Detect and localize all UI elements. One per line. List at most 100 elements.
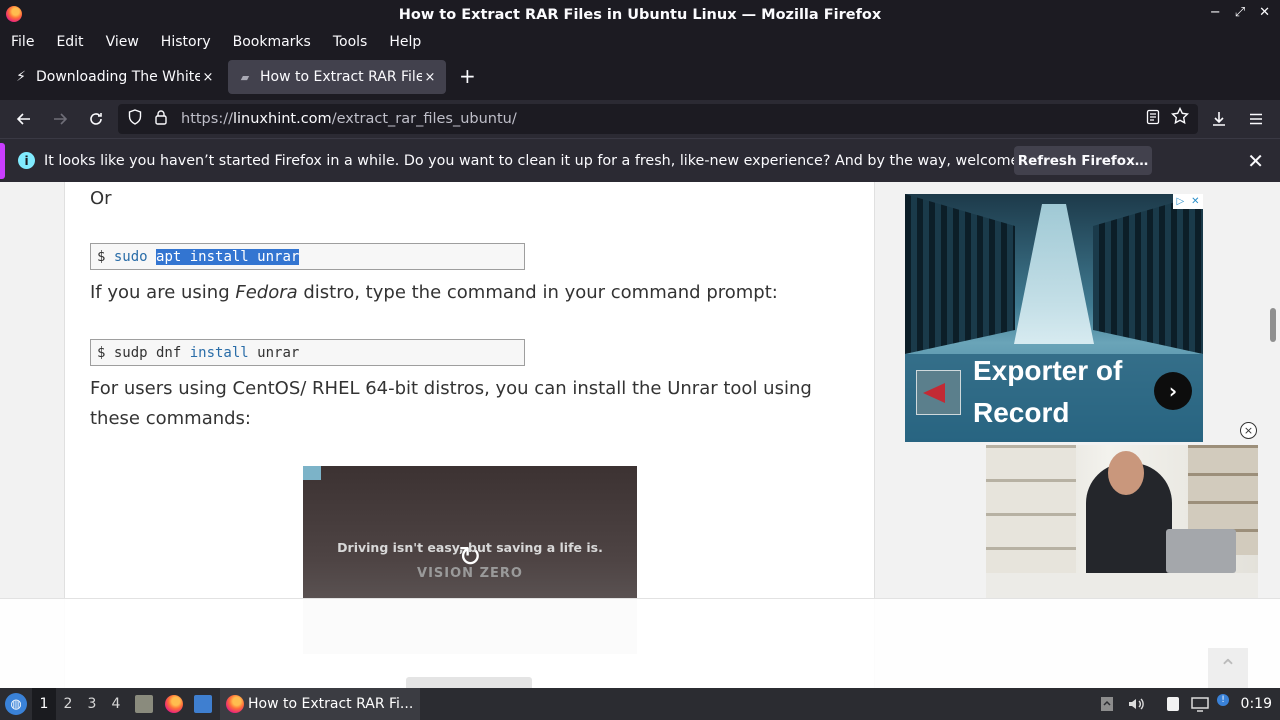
web-page: Or $ sudo apt install unrar If you are u… [0, 182, 1280, 688]
scroll-to-top-button[interactable]: ⌃ [1208, 648, 1248, 688]
close-tab-icon[interactable]: × [200, 70, 216, 85]
volume-icon[interactable] [1126, 695, 1146, 713]
forward-arrow-icon [54, 113, 68, 125]
server-corridor [1014, 204, 1094, 344]
code-command: sudo [113, 248, 148, 265]
workspace-4[interactable]: 4 [104, 688, 128, 720]
refresh-firefox-button[interactable]: Refresh Firefox… [1014, 146, 1152, 175]
notification-badge-icon[interactable]: ! [1216, 691, 1230, 709]
firefox-task-icon [226, 695, 244, 713]
tab-title: How to Extract RAR Files i [260, 69, 422, 85]
app-menu-button[interactable] [1245, 108, 1267, 130]
floating-video-ad[interactable] [986, 445, 1258, 598]
downloads-button[interactable] [1208, 108, 1230, 130]
navigation-bar: https://linuxhint.com/extract_rar_files_… [0, 100, 1280, 138]
ad-close-icon[interactable]: ✕ [1191, 196, 1199, 207]
paragraph-centos: For users using CentOS/ RHEL 64-bit dist… [90, 374, 812, 434]
menu-help[interactable]: Help [378, 34, 432, 50]
window-controls: − ⤢ ✕ [1210, 5, 1270, 20]
menu-bar: File Edit View History Bookmarks Tools H… [0, 29, 1280, 54]
fedora-post-text: distro, type the command in your command… [297, 282, 778, 303]
selected-code-text[interactable]: apt install unrar [156, 248, 300, 265]
tab-title: Downloading The White Ho [36, 69, 200, 85]
clipboard-icon[interactable] [1163, 695, 1183, 713]
firefox-logo-icon [6, 6, 22, 22]
server-rack-right [1093, 194, 1203, 354]
code-block-dnf[interactable]: $ sudp dnf install unrar [90, 339, 525, 366]
code-block-apt[interactable]: $ sudo apt install unrar [90, 243, 525, 270]
menu-edit[interactable]: Edit [45, 34, 94, 50]
lightning-icon: ⚡ [16, 69, 26, 85]
video-ad-close-icon[interactable]: × [1240, 422, 1257, 439]
workspace-3[interactable]: 3 [80, 688, 104, 720]
paragraph-fedora: If you are using Fedora distro, type the… [90, 278, 778, 308]
close-window-icon[interactable]: ✕ [1259, 5, 1270, 20]
menu-view[interactable]: View [95, 34, 150, 50]
minimize-icon[interactable]: − [1210, 5, 1221, 20]
notification-message: It looks like you haven’t started Firefo… [44, 152, 1064, 169]
notification-badge: ! [1217, 694, 1229, 706]
tab-downloading[interactable]: ⚡ Downloading The White Ho × [4, 60, 224, 94]
code-prompt: $ [97, 248, 114, 265]
info-icon: i [18, 152, 35, 169]
taskbar-firefox-window[interactable]: How to Extract RAR Fi... [220, 688, 420, 720]
video-desk [986, 573, 1258, 598]
code-keyword: install [189, 344, 249, 361]
ad-headline-line-1: Exporter of [973, 355, 1123, 386]
url-text[interactable]: https://linuxhint.com/extract_rar_files_… [181, 111, 517, 127]
taskbar-clock[interactable]: 0:19 [1241, 688, 1272, 720]
file-manager-icon[interactable] [135, 695, 153, 713]
download-icon [1213, 112, 1225, 126]
reader-view-icon[interactable] [1146, 109, 1160, 129]
window-titlebar: How to Extract RAR Files in Ubuntu Linux… [0, 0, 1280, 29]
adchoices-triangle-icon: ▷ [1176, 196, 1185, 207]
url-bar[interactable]: https://linuxhint.com/extract_rar_files_… [118, 104, 1198, 134]
back-arrow-icon [16, 113, 30, 125]
refresh-firefox-notification: i It looks like you haven’t started Fire… [0, 138, 1280, 182]
replay-icon[interactable]: ↻ [454, 540, 486, 573]
video-person-head [1108, 451, 1144, 495]
sidebar-ad[interactable]: ▷ ✕ Exporter of Record › [905, 194, 1203, 442]
start-menu-icon[interactable]: ◍ [5, 693, 27, 715]
tracking-protection-shield-icon[interactable] [127, 109, 143, 129]
page-scrollbar-thumb[interactable] [1270, 308, 1276, 342]
menu-history[interactable]: History [150, 34, 222, 50]
adchoices-icon[interactable]: ▷ ✕ [1173, 194, 1203, 209]
new-tab-button[interactable]: + [459, 64, 476, 88]
bookmark-star-icon[interactable] [1170, 106, 1190, 130]
video-laptop [1166, 529, 1236, 573]
forward-button[interactable] [49, 108, 71, 130]
overlay-stub [406, 677, 532, 688]
centos-line-1: For users using CentOS/ RHEL 64-bit dist… [90, 378, 812, 399]
close-tab-icon[interactable]: × [422, 70, 438, 85]
hamburger-menu-icon [1250, 113, 1262, 125]
firefox-launcher-icon[interactable] [165, 695, 183, 713]
workspace-2[interactable]: 2 [56, 688, 80, 720]
reload-button[interactable] [85, 108, 107, 130]
reload-icon [90, 113, 102, 125]
centos-line-2: these commands: [90, 408, 251, 429]
ad-logo-thumbnail [916, 370, 961, 415]
lock-icon[interactable] [153, 109, 169, 129]
menu-file[interactable]: File [0, 34, 45, 50]
server-rack-left [905, 194, 1015, 354]
tray-updates-icon[interactable] [1098, 695, 1116, 713]
ad-arrow-button[interactable]: › [1154, 372, 1192, 410]
ad-headline-line-2: Record [973, 397, 1070, 428]
desktop-icon[interactable] [194, 695, 212, 713]
workspace-1[interactable]: 1 [32, 688, 56, 720]
menu-bookmarks[interactable]: Bookmarks [222, 34, 322, 50]
url-path: /extract_rar_files_ubuntu/ [331, 111, 517, 127]
tab-extract-rar[interactable]: ▰ How to Extract RAR Files i × [228, 60, 446, 94]
paragraph-or: Or [90, 188, 112, 209]
window-title: How to Extract RAR Files in Ubuntu Linux… [398, 6, 882, 23]
taskbar-task-title: How to Extract RAR Fi... [248, 696, 414, 712]
maximize-icon[interactable]: ⤢ [1235, 5, 1245, 20]
display-icon[interactable] [1190, 695, 1210, 713]
url-domain: linuxhint.com [232, 111, 332, 127]
menu-tools[interactable]: Tools [322, 34, 379, 50]
back-button[interactable] [13, 108, 35, 130]
code-argument: unrar [248, 344, 300, 361]
close-notification-icon[interactable]: ✕ [1247, 149, 1264, 173]
